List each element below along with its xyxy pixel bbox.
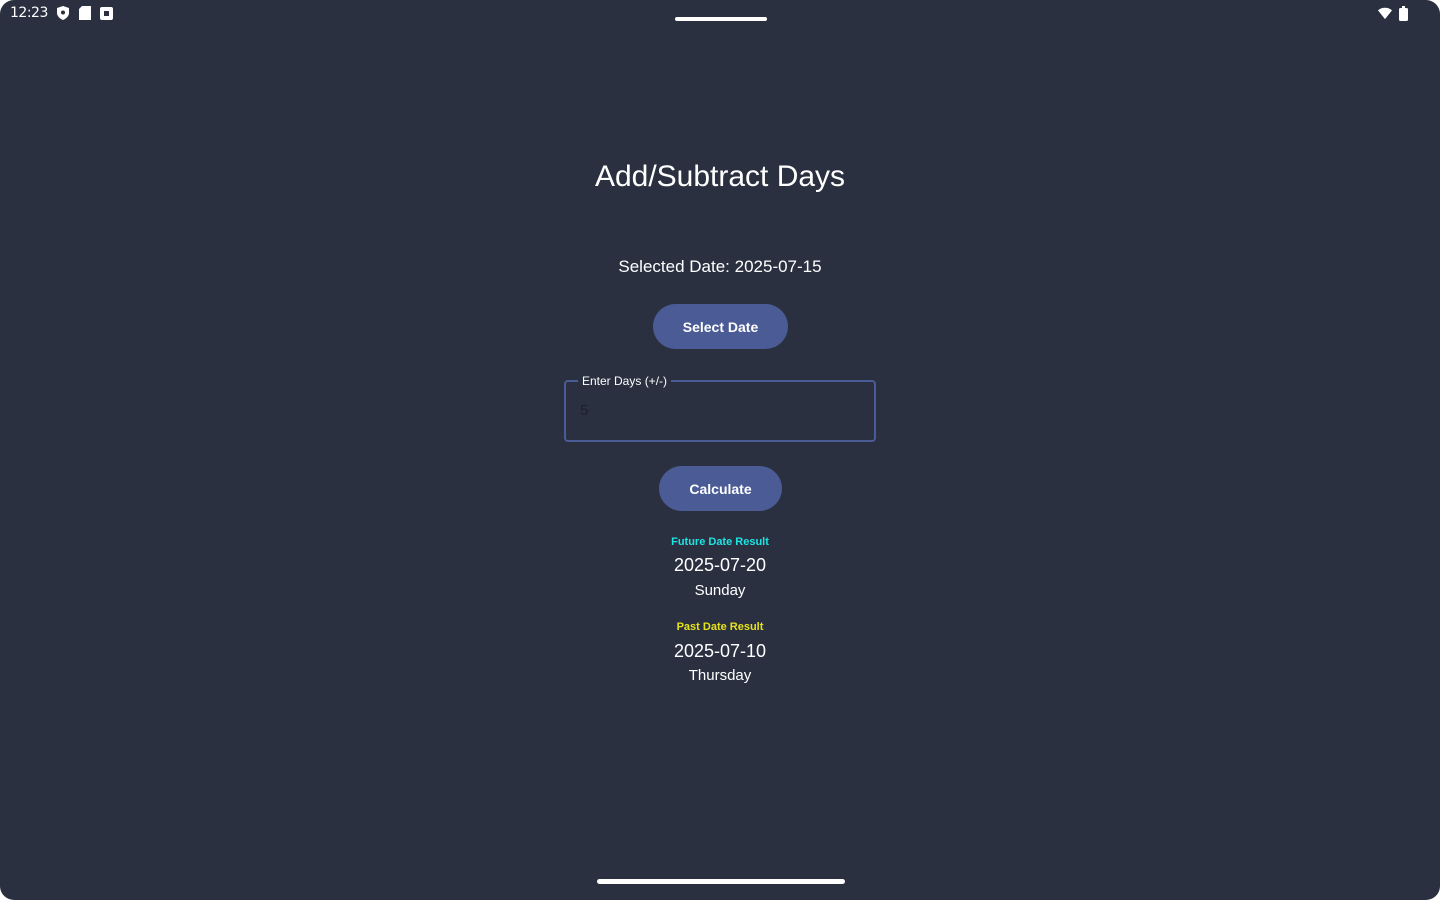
days-input-field[interactable]: Enter Days (+/-) [564, 372, 876, 442]
days-field-label: Enter Days (+/-) [578, 372, 672, 390]
days-input[interactable] [580, 396, 860, 424]
status-bar: 12:23 [0, 0, 1440, 30]
status-left: 12:23 [10, 5, 114, 21]
future-result-label: Future Date Result [671, 536, 769, 548]
sd-card-icon [78, 6, 92, 20]
screenshot-icon [100, 6, 114, 20]
shield-icon [56, 6, 70, 20]
page-title: Add/Subtract Days [594, 160, 846, 193]
future-result-weekday: Sunday [694, 582, 746, 599]
future-result-date: 2025-07-20 [673, 555, 767, 575]
wifi-icon [1378, 6, 1392, 20]
top-drag-handle[interactable] [675, 17, 767, 21]
past-result-weekday: Thursday [688, 667, 752, 684]
calculate-button[interactable]: Calculate [659, 466, 782, 511]
past-result-label: Past Date Result [676, 621, 764, 633]
app-screen: 12:23 Add/Subtract Days Selected Date: 2… [0, 0, 1440, 900]
select-date-button[interactable]: Select Date [653, 304, 788, 349]
past-result-date: 2025-07-10 [673, 641, 767, 661]
selected-date-text: Selected Date: 2025-07-15 [618, 257, 822, 276]
status-time: 12:23 [10, 5, 48, 21]
battery-icon [1396, 5, 1410, 21]
navigation-handle[interactable] [597, 879, 845, 884]
status-right [1378, 5, 1410, 21]
